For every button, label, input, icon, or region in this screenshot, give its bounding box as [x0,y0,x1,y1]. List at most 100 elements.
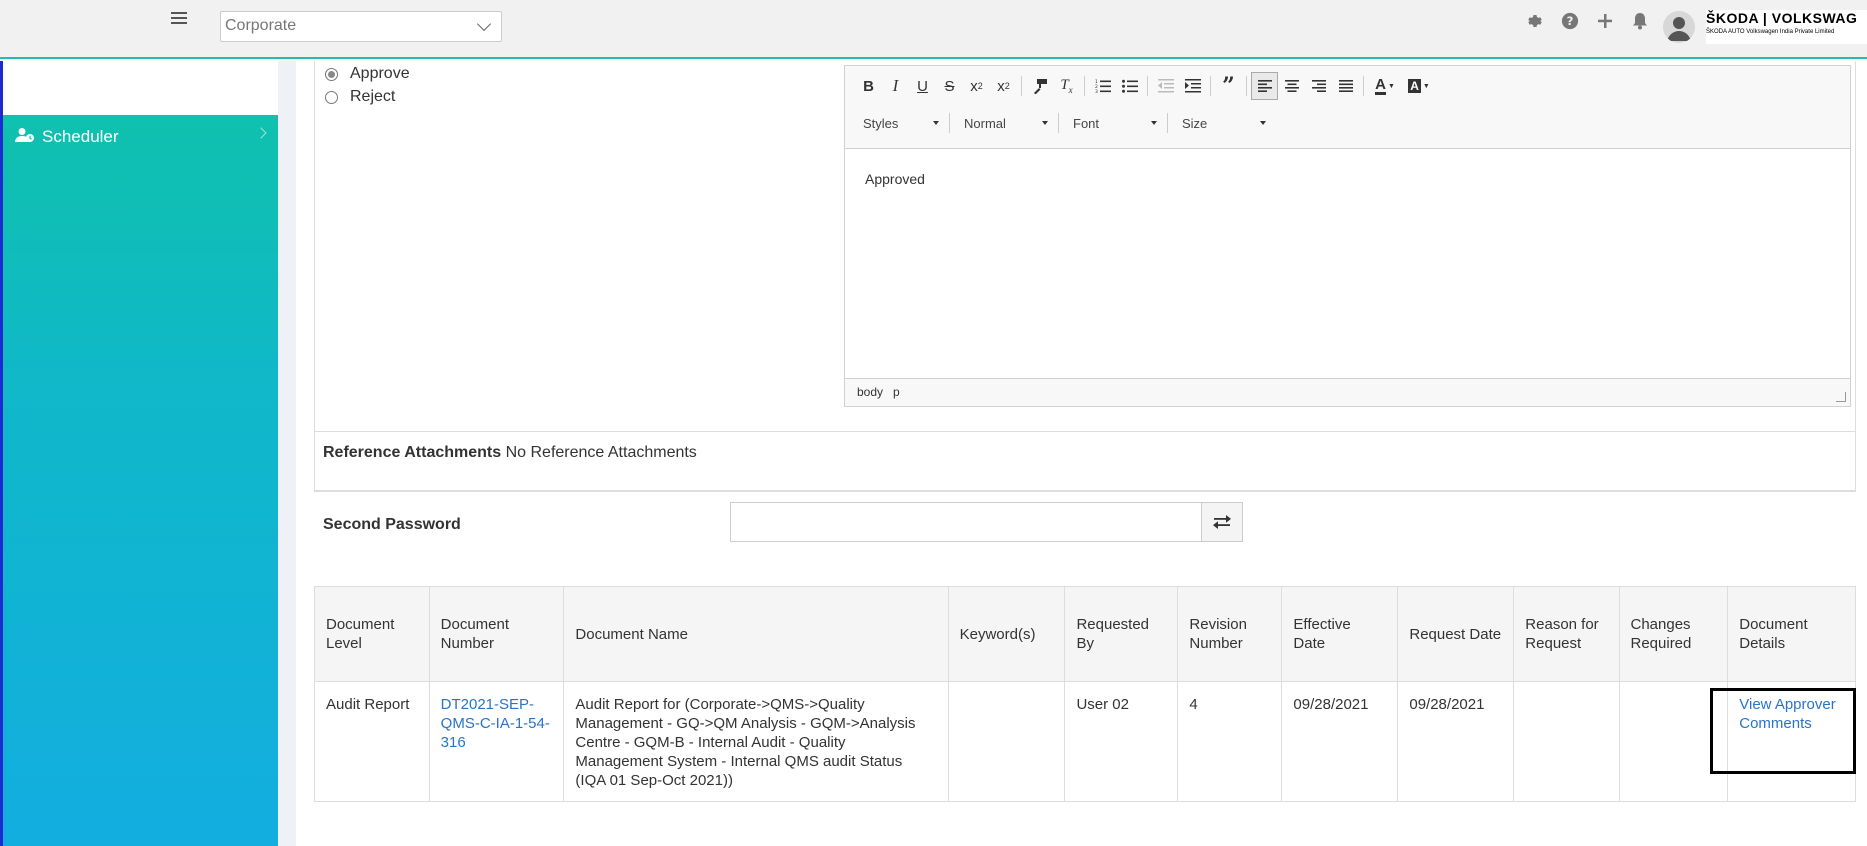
organization-select[interactable]: Corporate [220,11,502,42]
reject-label: Reject [350,88,396,105]
reject-radio[interactable] [325,90,338,104]
svg-text:3: 3 [1095,89,1098,93]
reason-cell [1513,681,1620,802]
approve-radio-option[interactable]: Approve [325,65,410,83]
toolbar-separator [1210,76,1211,96]
editor-content-text: Approved [865,171,925,187]
align-left-icon[interactable] [1251,72,1278,100]
bulleted-list-icon[interactable] [1116,72,1143,100]
document-number-cell: DT2021-SEP-QMS-C-IA-1-54-316 [428,681,565,802]
toolbar-separator [1167,113,1168,133]
format-dropdown-label: Normal [964,115,1006,131]
approve-label: Approve [350,65,410,82]
decrease-indent-icon[interactable] [1152,72,1179,100]
styles-dropdown-label: Styles [863,115,899,131]
toolbar-separator [1246,76,1247,96]
document-name-cell: Audit Report for (Corporate->QMS->Qualit… [563,681,949,802]
resize-handle-icon[interactable] [1836,392,1846,402]
sidebar-item-scheduler[interactable]: Scheduler [3,115,278,159]
gear-icon[interactable] [1524,10,1546,32]
sidebar-header-blank [3,61,278,115]
request-date-cell: 09/28/2021 [1397,681,1515,802]
underline-button[interactable]: U [909,72,936,100]
column-header[interactable]: Document Details [1727,586,1856,682]
revision-number-cell: 4 [1177,681,1283,802]
format-dropdown[interactable]: Normal [954,110,1054,136]
review-panel: Approve Reject B I U S x2 x2 Tx 1 2 3 ” … [314,61,1856,491]
bold-button[interactable]: B [855,72,882,100]
background-color-icon[interactable]: A ▼ [1402,72,1436,100]
chevron-right-icon [255,127,267,139]
toolbar-separator [1058,113,1059,133]
view-approver-comments-link[interactable]: View Approver Comments [1739,696,1835,732]
plus-icon[interactable] [1594,10,1616,32]
table-header-row: Document Level Document Number Document … [314,586,1856,682]
content-gutter [278,61,296,846]
editor-path-bar: body p [845,378,1850,406]
comment-editor: B I U S x2 x2 Tx 123 ” A ▼ A ▼ Styles No… [844,65,1851,407]
path-element-p[interactable]: p [893,385,900,399]
align-center-icon[interactable] [1278,72,1305,100]
brand-subtitle: ŠKODA AUTO Volkswagen India Private Limi… [1706,29,1835,35]
caret-down-icon [1260,121,1266,125]
path-element-body[interactable]: body [857,385,883,399]
documents-table: Document Level Document Number Document … [314,586,1856,802]
font-dropdown[interactable]: Font [1063,110,1163,136]
help-icon[interactable]: ? [1559,10,1581,32]
table-row: Audit Report DT2021-SEP-QMS-C-IA-1-54-31… [314,681,1856,802]
reference-attachments: Reference Attachments No Reference Attac… [314,431,1856,492]
font-dropdown-label: Font [1073,115,1100,131]
second-password-input[interactable] [730,502,1202,542]
column-header[interactable]: Document Number [428,586,565,682]
brand-name: ŠKODA | VOLKSWAG [1706,10,1858,26]
top-bar: Corporate ? ŠKODA | VOLKSWAG ŠKODA AUTO … [0,0,1867,59]
align-right-icon[interactable] [1305,72,1332,100]
column-header[interactable]: Requested By [1064,586,1179,682]
subscript-button[interactable]: x2 [963,72,990,100]
chevron-down-icon [476,16,492,32]
header-icons: ? [1524,10,1651,32]
strikethrough-button[interactable]: S [936,72,963,100]
superscript-button[interactable]: x2 [990,72,1017,100]
avatar[interactable] [1663,11,1695,43]
styles-dropdown[interactable]: Styles [853,110,945,136]
column-header[interactable]: Effective Date [1281,586,1399,682]
hamburger-menu-icon[interactable] [171,12,187,26]
document-details-cell: View Approver Comments [1727,681,1856,802]
changes-required-cell [1618,681,1729,802]
increase-indent-icon[interactable] [1179,72,1206,100]
column-header[interactable]: Changes Required [1618,586,1729,682]
document-number-link[interactable]: DT2021-SEP-QMS-C-IA-1-54-316 [441,696,550,751]
column-header[interactable]: Request Date [1397,586,1515,682]
second-password-label: Second Password [323,516,461,533]
approve-radio[interactable] [325,67,338,81]
copy-format-icon[interactable] [1026,72,1053,100]
italic-button[interactable]: I [882,72,909,100]
text-color-icon[interactable]: A ▼ [1368,72,1402,100]
column-header[interactable]: Document Level [314,586,430,682]
bell-icon[interactable] [1629,10,1651,32]
size-dropdown[interactable]: Size [1172,110,1272,136]
sidebar: Scheduler [0,61,278,846]
column-header[interactable]: Document Name [563,586,949,682]
toolbar-separator [1084,76,1085,96]
toolbar-separator [949,113,950,133]
swap-arrows-icon[interactable] [1201,502,1243,542]
size-dropdown-label: Size [1182,115,1208,131]
reject-radio-option[interactable]: Reject [325,88,395,106]
caret-down-icon [1042,121,1048,125]
effective-date-cell: 09/28/2021 [1281,681,1399,802]
keywords-cell [947,681,1066,802]
column-header[interactable]: Revision Number [1177,586,1283,682]
blockquote-icon[interactable]: ” [1215,72,1242,100]
caret-down-icon [933,121,939,125]
align-justify-icon[interactable] [1332,72,1359,100]
column-header[interactable]: Reason for Request [1513,586,1620,682]
organization-select-value: Corporate [225,17,297,34]
numbered-list-icon[interactable]: 123 [1089,72,1116,100]
remove-format-icon[interactable]: Tx [1053,72,1080,100]
toolbar-separator [1363,76,1364,96]
svg-text:?: ? [1567,14,1574,28]
column-header[interactable]: Keyword(s) [947,586,1066,682]
editor-content[interactable]: Approved [845,149,1850,339]
